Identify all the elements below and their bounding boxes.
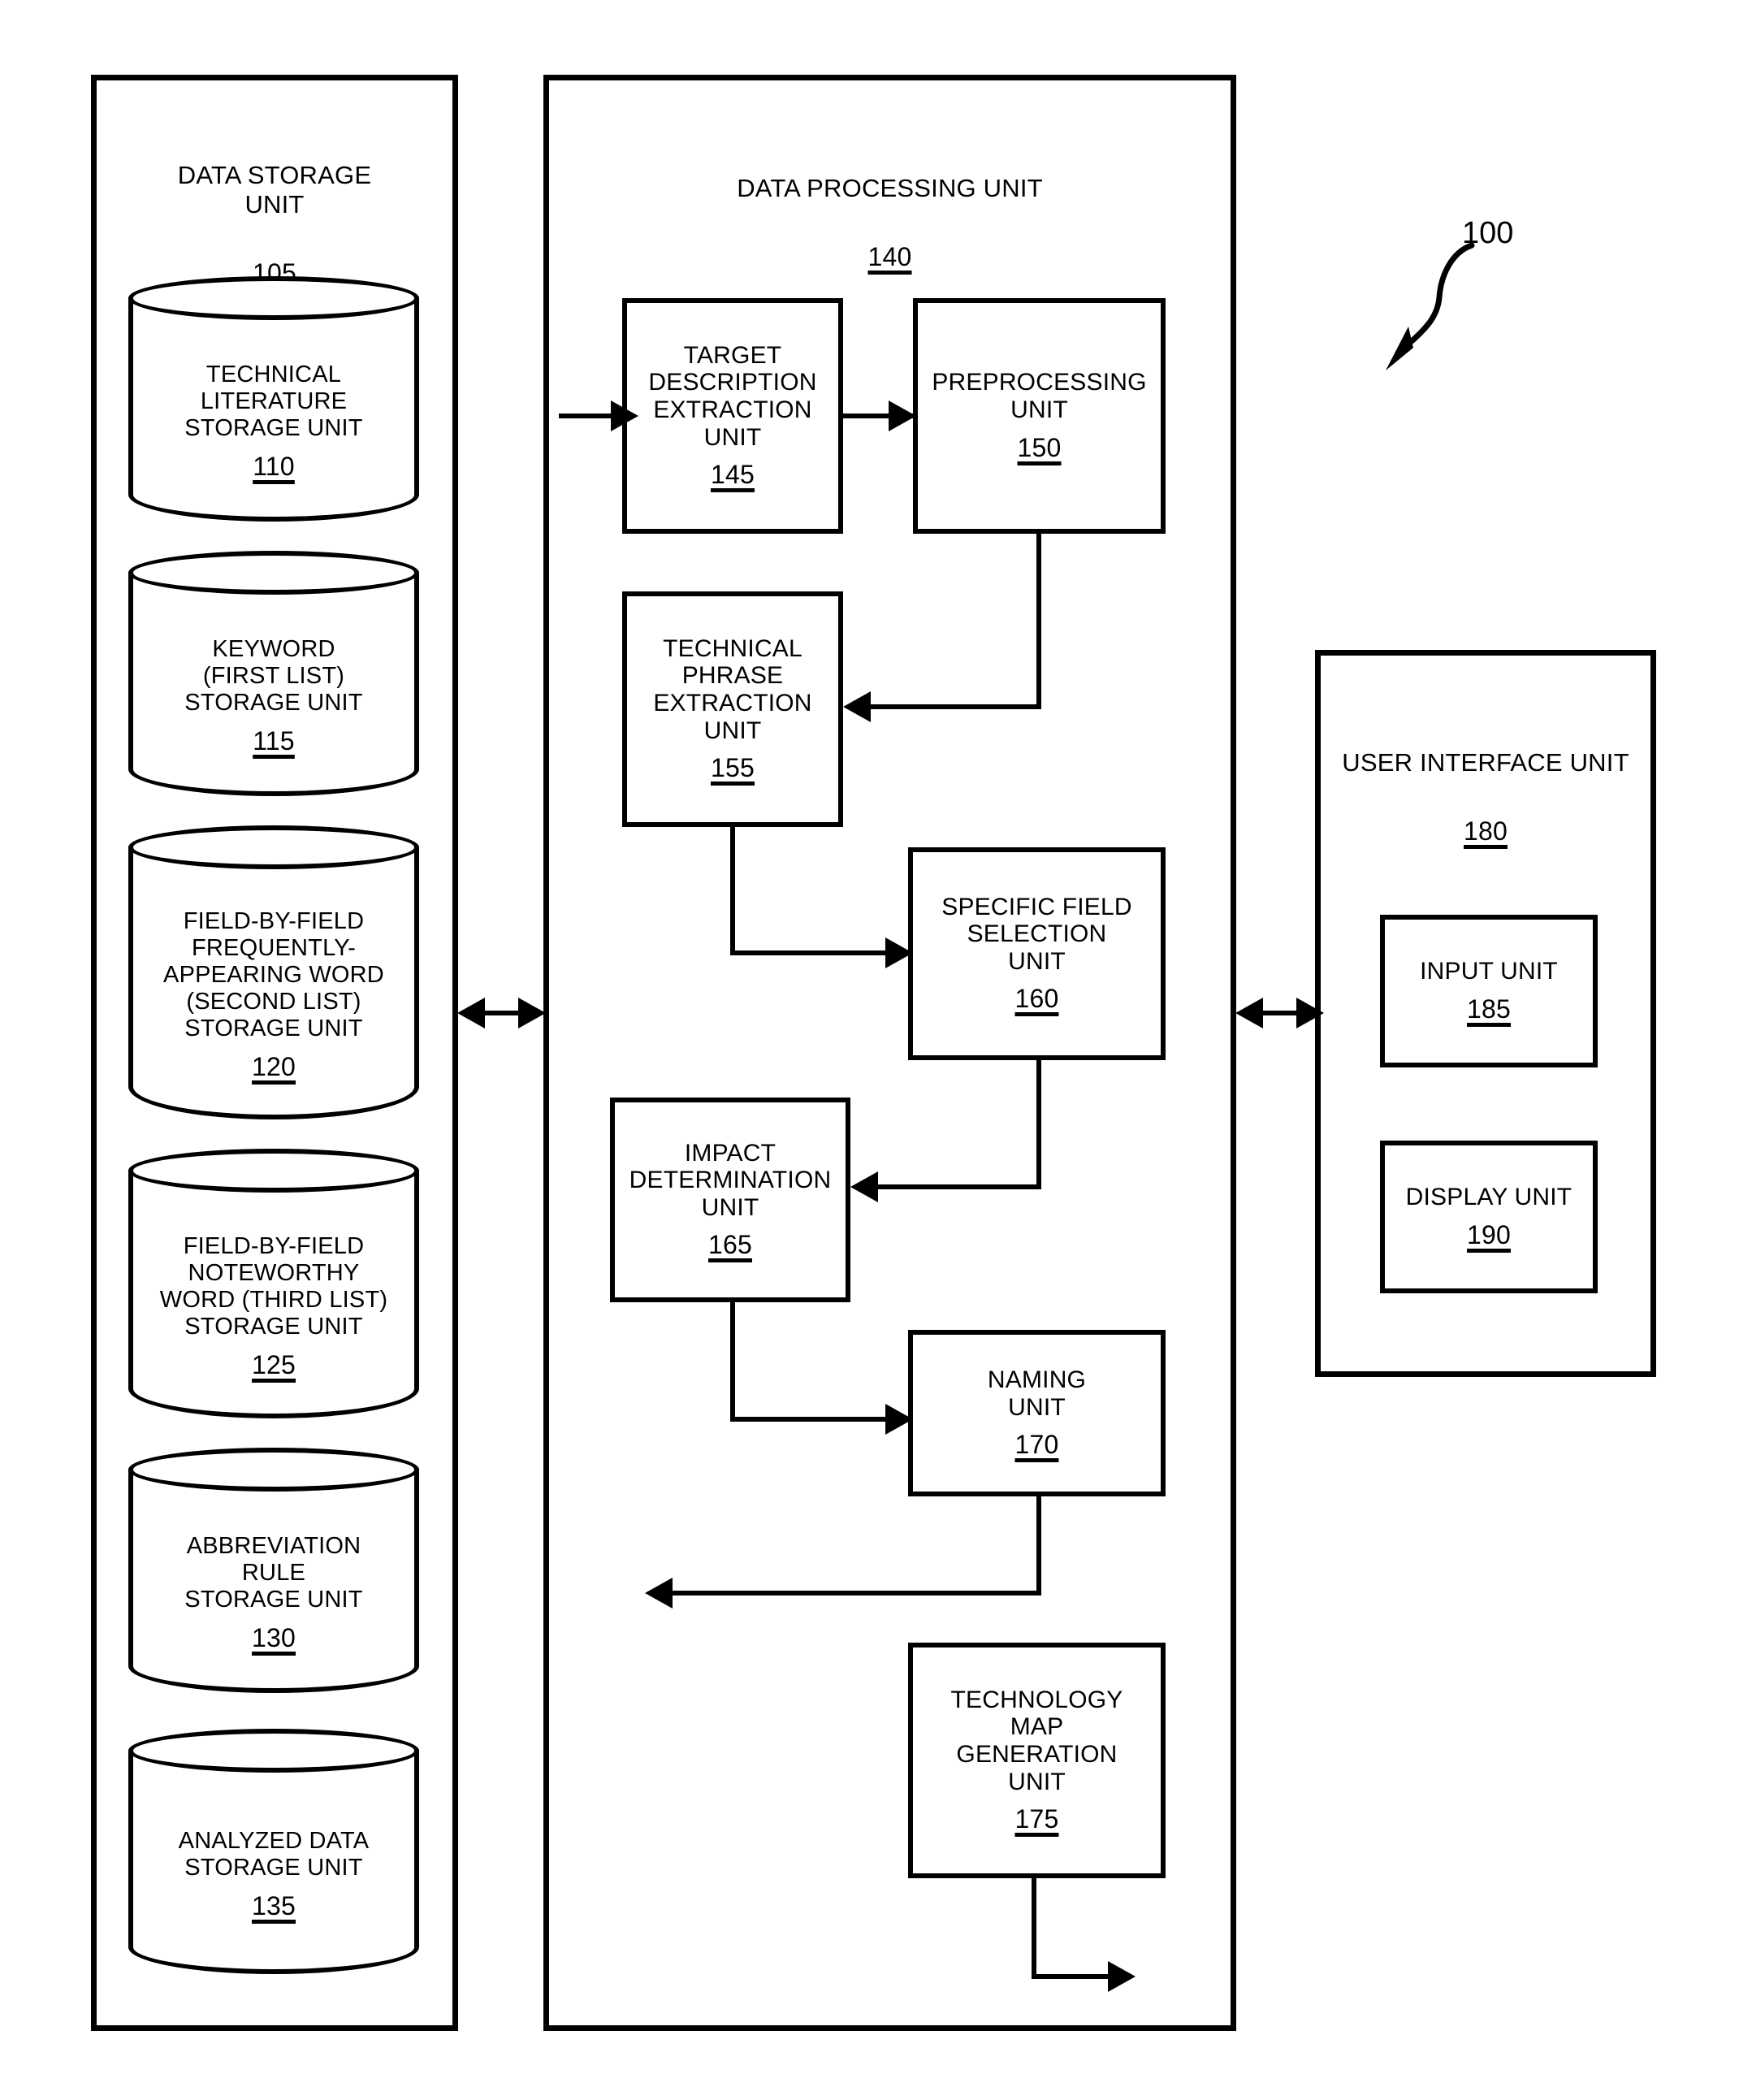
specific-field-selection-unit-box: SPECIFIC FIELD SELECTION UNIT 160 xyxy=(908,847,1166,1060)
bidirectional-connector-storage-processing-arrow-left xyxy=(457,998,485,1028)
box-ref: 165 xyxy=(708,1230,752,1260)
connector-170-output-hline xyxy=(650,1591,1041,1596)
connector-160-to-165-arrowhead xyxy=(850,1171,878,1202)
keyword-first-list-storage-cylinder: KEYWORD (FIRST LIST) STORAGE UNIT 115 xyxy=(128,551,419,796)
cylinder-label: ABBREVIATION RULE STORAGE UNIT xyxy=(184,1533,363,1613)
impact-determination-unit-box: IMPACT DETERMINATION UNIT 165 xyxy=(610,1098,850,1302)
cylinder-text: FIELD-BY-FIELD FREQUENTLY- APPEARING WOR… xyxy=(135,885,413,1105)
data-storage-unit-title-label: DATA STORAGE UNIT xyxy=(177,160,372,219)
box-label: INPUT UNIT xyxy=(1420,958,1558,985)
abbreviation-rule-storage-cylinder: ABBREVIATION RULE STORAGE UNIT 130 xyxy=(128,1448,419,1693)
cylinder-ref: 110 xyxy=(253,452,295,482)
cylinder-label: FIELD-BY-FIELD FREQUENTLY- APPEARING WOR… xyxy=(163,908,384,1042)
figure-callout-leader-icon xyxy=(1386,242,1475,370)
box-ref: 175 xyxy=(1014,1804,1059,1834)
input-connector-arrowhead xyxy=(611,401,638,431)
connector-155-to-160-vline xyxy=(730,827,735,955)
cylinder-top xyxy=(128,1149,419,1193)
cylinder-ref: 120 xyxy=(252,1052,296,1082)
connector-145-to-150-arrowhead xyxy=(889,401,916,431)
cylinder-label: TECHNICAL LITERATURE STORAGE UNIT xyxy=(184,362,363,442)
connector-175-output-vline xyxy=(1032,1878,1036,1979)
preprocessing-unit-box: PREPROCESSING UNIT 150 xyxy=(913,298,1166,534)
connector-155-to-160-hline xyxy=(730,950,911,955)
cylinder-text: FIELD-BY-FIELD NOTEWORTHY WORD (THIRD LI… xyxy=(135,1209,413,1404)
cylinder-label: KEYWORD (FIRST LIST) STORAGE UNIT xyxy=(184,636,363,717)
connector-165-to-170-hline xyxy=(730,1417,911,1422)
cylinder-text: ANALYZED DATA STORAGE UNIT 135 xyxy=(135,1789,413,1959)
target-description-extraction-unit-box: TARGET DESCRIPTION EXTRACTION UNIT 145 xyxy=(622,298,843,534)
box-ref: 170 xyxy=(1014,1430,1059,1460)
box-ref: 160 xyxy=(1014,984,1059,1014)
box-ref: 145 xyxy=(711,460,755,490)
data-processing-unit-title-label: DATA PROCESSING UNIT xyxy=(737,173,1043,202)
box-label: IMPACT DETERMINATION UNIT xyxy=(629,1139,832,1221)
technical-literature-storage-cylinder: TECHNICAL LITERATURE STORAGE UNIT 110 xyxy=(128,276,419,522)
cylinder-text: KEYWORD (FIRST LIST) STORAGE UNIT 115 xyxy=(135,611,413,782)
cylinder-text: ABBREVIATION RULE STORAGE UNIT 130 xyxy=(135,1508,413,1678)
naming-unit-box: NAMING UNIT 170 xyxy=(908,1330,1166,1496)
cylinder-label: ANALYZED DATA STORAGE UNIT xyxy=(178,1827,370,1881)
box-label: TARGET DESCRIPTION EXTRACTION UNIT xyxy=(648,341,817,451)
connector-170-output-vline xyxy=(1036,1496,1041,1596)
connector-150-to-155-arrowhead xyxy=(843,691,871,722)
box-label: DISPLAY UNIT xyxy=(1405,1184,1572,1211)
box-ref: 150 xyxy=(1017,432,1062,462)
cylinder-top xyxy=(128,276,419,320)
data-storage-unit-title: DATA STORAGE UNIT 105 xyxy=(99,132,450,288)
cylinder-ref: 130 xyxy=(252,1623,296,1653)
cylinder-ref: 125 xyxy=(252,1349,296,1379)
bidirectional-connector-storage-processing-arrow-right xyxy=(518,998,546,1028)
box-label: TECHNOLOGY MAP GENERATION UNIT xyxy=(950,1686,1123,1795)
cylinder-ref: 135 xyxy=(252,1890,296,1920)
connector-160-to-165-hline xyxy=(855,1184,1041,1189)
analyzed-data-storage-cylinder: ANALYZED DATA STORAGE UNIT 135 xyxy=(128,1729,419,1974)
box-ref: 185 xyxy=(1467,994,1511,1024)
user-interface-unit-ref: 180 xyxy=(1464,816,1508,846)
figure-canvas: DATA STORAGE UNIT 105 TECHNICAL LITERATU… xyxy=(0,0,1752,2100)
technical-phrase-extraction-unit-box: TECHNICAL PHRASE EXTRACTION UNIT 155 xyxy=(622,591,843,827)
bidirectional-connector-processing-ui-arrow-right xyxy=(1296,998,1324,1028)
connector-150-to-155-vline xyxy=(1036,534,1041,709)
bidirectional-connector-processing-ui-arrow-left xyxy=(1235,998,1263,1028)
field-by-field-noteworthy-word-storage-cylinder: FIELD-BY-FIELD NOTEWORTHY WORD (THIRD LI… xyxy=(128,1149,419,1418)
cylinder-text: TECHNICAL LITERATURE STORAGE UNIT 110 xyxy=(135,336,413,507)
cylinder-top xyxy=(128,825,419,869)
data-processing-unit-ref: 140 xyxy=(867,241,912,271)
box-ref: 190 xyxy=(1467,1219,1511,1249)
connector-170-output-arrowhead xyxy=(645,1578,673,1609)
cylinder-label: FIELD-BY-FIELD NOTEWORTHY WORD (THIRD LI… xyxy=(159,1232,388,1340)
box-ref: 155 xyxy=(711,753,755,783)
cylinder-ref: 115 xyxy=(253,726,295,756)
data-processing-unit-title: DATA PROCESSING UNIT 140 xyxy=(552,145,1228,272)
connector-175-output-arrowhead xyxy=(1108,1961,1136,1992)
connector-150-to-155-hline xyxy=(848,704,1041,709)
connector-165-to-170-arrowhead xyxy=(885,1404,913,1435)
box-label: TECHNICAL PHRASE EXTRACTION UNIT xyxy=(653,634,812,744)
user-interface-unit-title-label: USER INTERFACE UNIT xyxy=(1342,747,1629,777)
technology-map-generation-unit-box: TECHNOLOGY MAP GENERATION UNIT 175 xyxy=(908,1643,1166,1878)
field-by-field-frequently-appearing-word-storage-cylinder: FIELD-BY-FIELD FREQUENTLY- APPEARING WOR… xyxy=(128,825,419,1119)
display-unit-box: DISPLAY UNIT 190 xyxy=(1380,1141,1598,1293)
box-label: SPECIFIC FIELD SELECTION UNIT xyxy=(941,893,1132,975)
connector-155-to-160-arrowhead xyxy=(885,937,913,968)
cylinder-top xyxy=(128,1448,419,1492)
input-unit-box: INPUT UNIT 185 xyxy=(1380,915,1598,1067)
cylinder-top xyxy=(128,551,419,595)
box-label: PREPROCESSING UNIT xyxy=(932,369,1147,424)
user-interface-unit-title: USER INTERFACE UNIT 180 xyxy=(1323,719,1648,846)
connector-165-to-170-vline xyxy=(730,1302,735,1422)
connector-160-to-165-vline xyxy=(1036,1060,1041,1189)
cylinder-top xyxy=(128,1729,419,1773)
box-label: NAMING UNIT xyxy=(987,1366,1087,1421)
